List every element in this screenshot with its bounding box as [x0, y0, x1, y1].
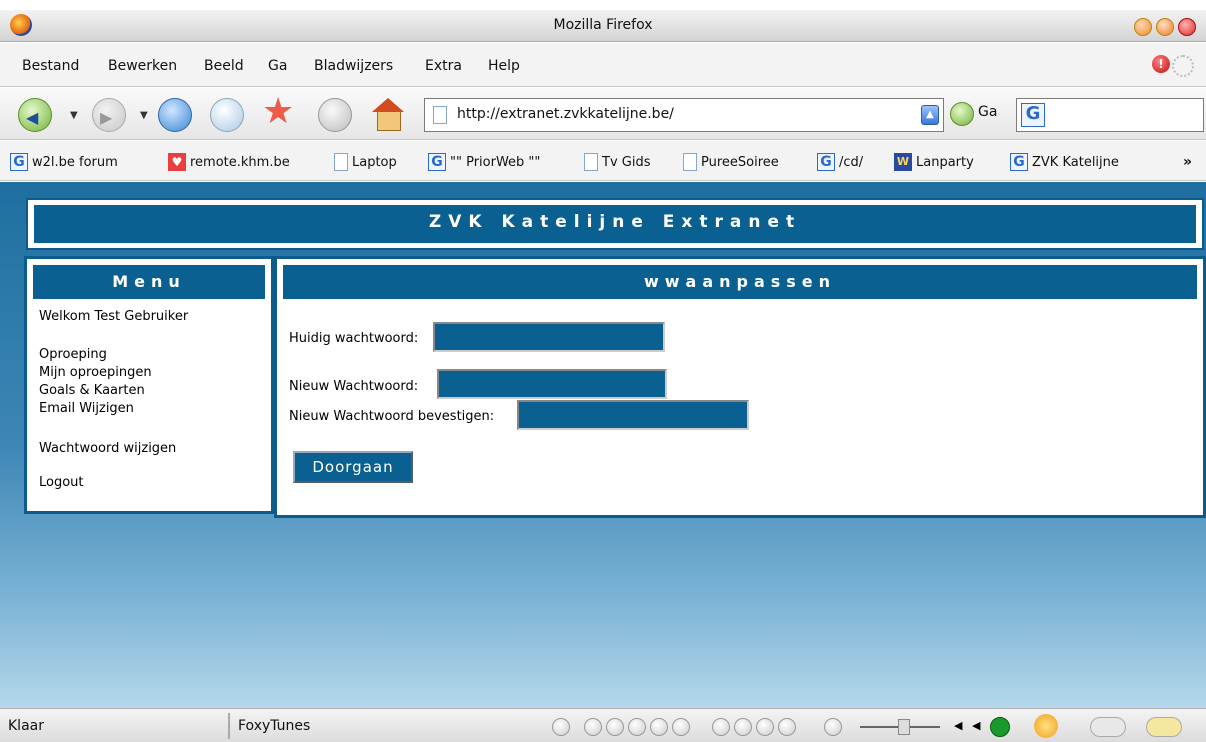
forward-dropdown-icon[interactable]: ▼ — [140, 110, 148, 121]
volume-icon[interactable] — [824, 718, 842, 736]
left-arrow-icon[interactable]: ◀ — [972, 719, 980, 732]
bookmark-item[interactable]: Gw2l.be forum — [10, 151, 118, 173]
stop-icon[interactable]: ! — [1152, 55, 1170, 73]
window-title: Mozilla Firefox — [553, 17, 653, 33]
url-bar[interactable]: http://extranet.zvkkatelijne.be/ ▲ — [424, 98, 944, 132]
menu-bestand[interactable]: Bestand — [22, 58, 79, 74]
status-green-icon — [990, 717, 1010, 737]
bookmark-item[interactable]: G ZVK Katelijne — [1010, 151, 1119, 173]
volume-slider-knob[interactable] — [898, 719, 910, 735]
throbber-icon — [1172, 55, 1194, 77]
menu-help[interactable]: Help — [488, 58, 520, 74]
menu-link-mijn-oproepingen[interactable]: Mijn oproepingen — [39, 365, 152, 380]
trash-icon[interactable] — [318, 98, 352, 132]
weather-sun-icon — [1034, 714, 1058, 738]
next-icon[interactable] — [672, 718, 690, 736]
status-divider — [228, 713, 230, 739]
menu-bladwijzers[interactable]: Bladwijzers — [314, 58, 393, 74]
google-icon: G — [817, 153, 835, 171]
weather-partly-sunny-icon — [1146, 717, 1182, 737]
home-icon[interactable] — [372, 98, 404, 131]
eject-icon[interactable] — [734, 718, 752, 736]
page-icon — [334, 153, 348, 171]
welcome-text: Welkom Test Gebruiker — [39, 309, 189, 324]
page-icon — [433, 106, 447, 124]
form-title: wwaanpassen — [283, 265, 1197, 299]
status-text: Klaar — [8, 718, 44, 734]
page-icon — [584, 153, 598, 171]
password-change-panel: wwaanpassen Huidig wachtwoord: Nieuw Wac… — [274, 256, 1206, 518]
weather-cloud-icon — [1090, 717, 1126, 737]
site-header: ZVK Katelijne Extranet — [26, 198, 1204, 250]
window-titlebar: Mozilla Firefox — [0, 10, 1206, 42]
menu-link-logout[interactable]: Logout — [39, 475, 84, 490]
stop-playback-icon[interactable] — [650, 718, 668, 736]
previous-icon[interactable] — [584, 718, 602, 736]
navigation-toolbar: ◀ ▼ ▶ ▼ ★ http://extranet.zvkkatelijne.b… — [0, 88, 1206, 140]
menu-link-oproeping[interactable]: Oproeping — [39, 347, 107, 362]
reload-icon[interactable] — [158, 98, 192, 132]
history-icon[interactable] — [210, 98, 244, 132]
close-button[interactable] — [1178, 18, 1196, 36]
go-button-icon[interactable] — [950, 102, 974, 126]
left-arrow-icon[interactable]: ◀ — [954, 719, 962, 732]
back-button[interactable]: ◀ — [18, 98, 52, 132]
menu-title: Menu — [33, 265, 265, 299]
sidebar-menu: Menu Welkom Test Gebruiker Oproeping Mij… — [24, 256, 274, 514]
new-password-field[interactable] — [437, 369, 667, 399]
bookmark-item[interactable]: Laptop — [334, 151, 397, 173]
bookmark-item[interactable]: W Lanparty — [894, 151, 974, 173]
bookmark-item[interactable]: Tv Gids — [584, 151, 650, 173]
page-icon — [683, 153, 697, 171]
google-icon: G — [428, 153, 446, 171]
menu-bar: Bestand Bewerken Beeld Ga Bladwijzers Ex… — [0, 43, 1206, 87]
zoom-button[interactable] — [1156, 18, 1174, 36]
down-icon[interactable] — [778, 718, 796, 736]
bookmark-item[interactable]: ♥ remote.khm.be — [168, 151, 290, 173]
forward-arrow-icon: ▶ — [100, 108, 113, 127]
menu-bewerken[interactable]: Bewerken — [108, 58, 177, 74]
confirm-password-label: Nieuw Wachtwoord bevestigen: — [289, 409, 495, 424]
foxytunes-player-icon[interactable] — [552, 718, 570, 736]
new-password-label: Nieuw Wachtwoord: — [289, 379, 419, 394]
back-arrow-icon: ◀ — [26, 108, 39, 127]
bookmark-item[interactable]: G "" PriorWeb "" — [428, 151, 540, 173]
more-bookmarks-chevron-icon[interactable]: » — [1183, 154, 1192, 170]
search-input[interactable]: G — [1016, 98, 1204, 132]
google-search-icon[interactable]: G — [1021, 103, 1045, 127]
current-password-field[interactable] — [433, 322, 665, 352]
menu-extra[interactable]: Extra — [425, 58, 462, 74]
red-bookmark-icon: ♥ — [168, 153, 186, 171]
url-dropdown-icon[interactable]: ▲ — [921, 105, 939, 125]
bookmark-item[interactable]: G/cd/ — [817, 151, 863, 173]
current-password-label: Huidig wachtwoord: — [289, 331, 419, 346]
menu-link-goals-kaarten[interactable]: Goals & Kaarten — [39, 383, 145, 398]
up-icon[interactable] — [756, 718, 774, 736]
url-text[interactable]: http://extranet.zvkkatelijne.be/ — [457, 106, 674, 122]
site-title: ZVK Katelijne Extranet — [34, 205, 1196, 243]
pause-icon[interactable] — [628, 718, 646, 736]
menu-beeld[interactable]: Beeld — [204, 58, 244, 74]
minimize-button[interactable] — [1134, 18, 1152, 36]
forward-button[interactable]: ▶ — [92, 98, 126, 132]
play-icon[interactable] — [606, 718, 624, 736]
confirm-password-field[interactable] — [517, 400, 749, 430]
menu-link-email-wijzigen[interactable]: Email Wijzigen — [39, 401, 134, 416]
menu-ga[interactable]: Ga — [268, 58, 287, 74]
background-heading-fragment — [0, 0, 1206, 10]
music-icon[interactable] — [712, 718, 730, 736]
page-content: ZVK Katelijne Extranet Menu Welkom Test … — [0, 182, 1206, 708]
go-label[interactable]: Ga — [978, 104, 997, 120]
lanparty-icon: W — [894, 153, 912, 171]
google-icon: G — [1010, 153, 1028, 171]
submit-button[interactable]: Doorgaan — [293, 451, 413, 483]
google-icon: G — [10, 153, 28, 171]
foxytunes-label: FoxyTunes — [238, 718, 311, 734]
bookmark-item[interactable]: PureeSoiree — [683, 151, 779, 173]
bookmarks-toolbar: Gw2l.be forum ♥ remote.khm.be Laptop G "" … — [0, 141, 1206, 181]
menu-link-wachtwoord-wijzigen[interactable]: Wachtwoord wijzigen — [39, 441, 176, 456]
bookmark-star-icon[interactable]: ★ — [262, 94, 294, 130]
back-dropdown-icon[interactable]: ▼ — [70, 110, 78, 121]
status-bar: Klaar FoxyTunes ◀ ◀ — [0, 708, 1206, 742]
